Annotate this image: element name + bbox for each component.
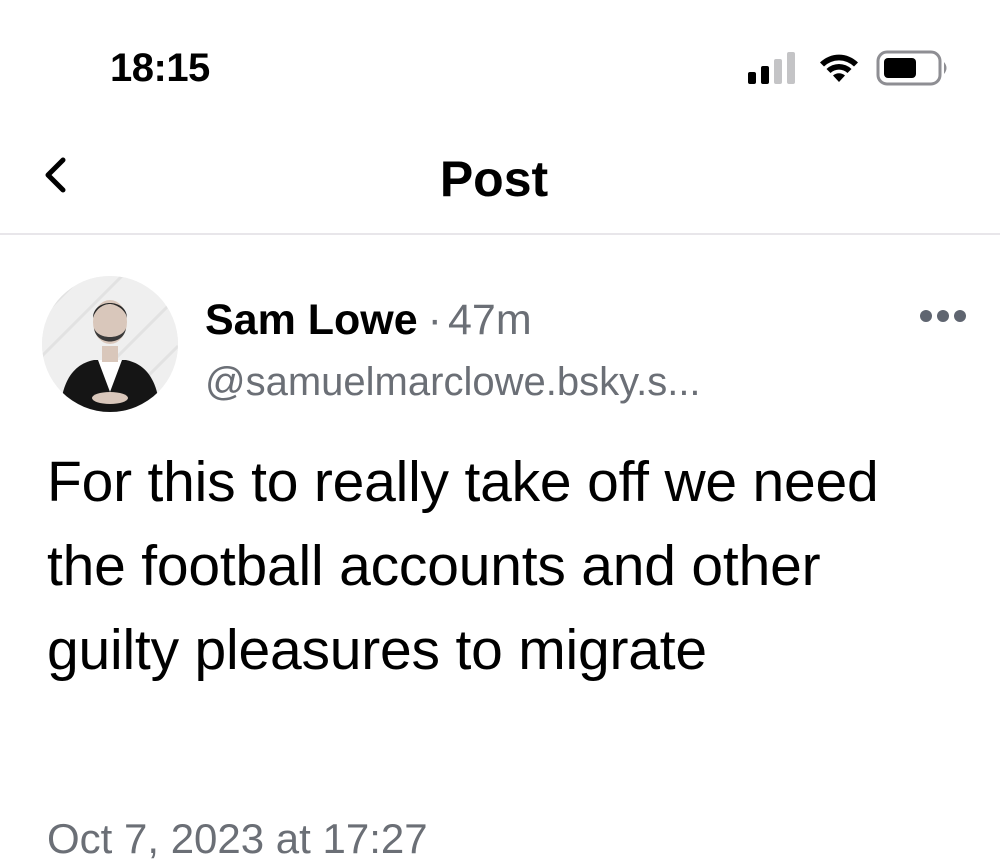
author-handle[interactable]: @samuelmarclowe.bsky.s... [205, 358, 701, 406]
post-text: For this to really take off we need the … [47, 450, 879, 682]
cellular-signal-icon [748, 52, 796, 84]
post-date: Oct 7, 2023 at 17:27 [47, 815, 428, 862]
author-line: Sam Lowe · 47m [205, 295, 532, 345]
avatar[interactable] [42, 276, 178, 412]
status-time: 18:15 [110, 46, 210, 90]
nav-bar: Post [0, 130, 1000, 235]
more-options-button[interactable] [918, 300, 968, 336]
status-icons [748, 48, 950, 88]
page-title: Post [439, 151, 549, 207]
post-time-ago: 47m [448, 296, 532, 344]
post-screen: 18:15 Post Sam Lowe · 47m @samuelmarclow… [0, 0, 1000, 866]
battery-icon [876, 50, 950, 86]
more-horizontal-icon [919, 309, 967, 328]
separator-dot: · [427, 296, 442, 344]
wifi-icon [818, 52, 860, 84]
author-name[interactable]: Sam Lowe [205, 296, 418, 344]
